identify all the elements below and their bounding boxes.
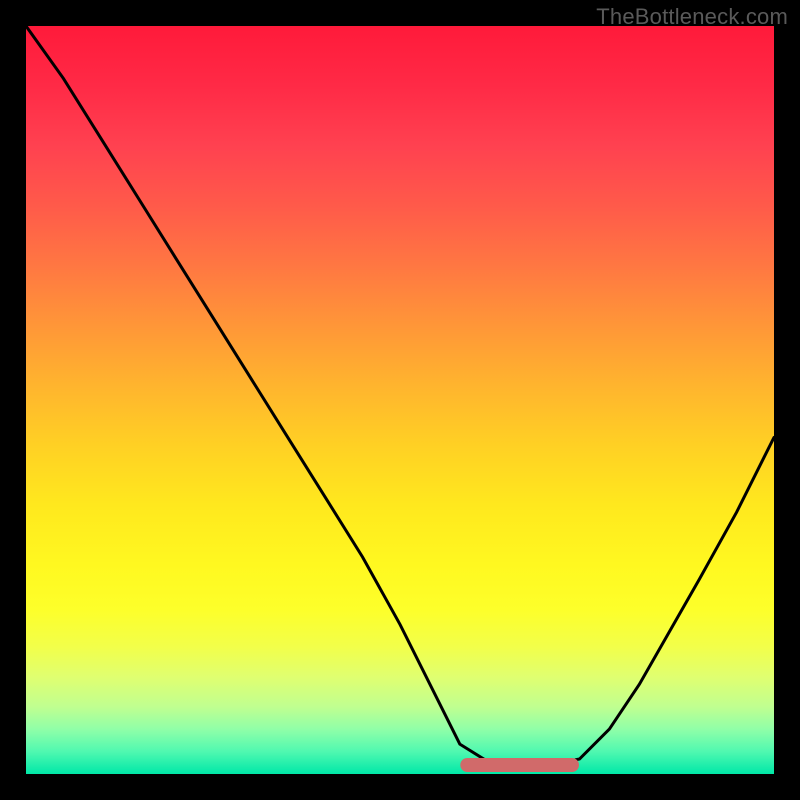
curve-layer xyxy=(26,26,774,774)
chart-container: TheBottleneck.com xyxy=(0,0,800,800)
plot-area xyxy=(26,26,774,774)
bottleneck-curve xyxy=(26,26,774,765)
